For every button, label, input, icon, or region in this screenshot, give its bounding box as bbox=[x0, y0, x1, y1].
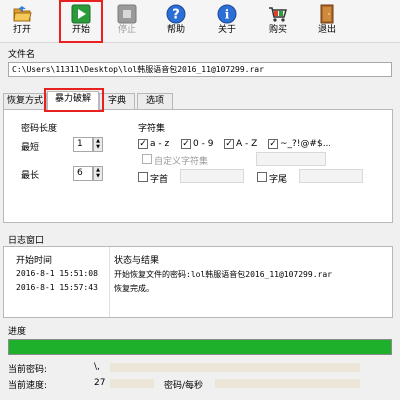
current-speed-value: 27 bbox=[94, 378, 106, 388]
help-icon: ? bbox=[166, 4, 186, 24]
current-speed-mask bbox=[110, 379, 154, 388]
current-speed-label: 当前速度: bbox=[8, 381, 48, 391]
charset-digits-label: 0 - 9 bbox=[193, 139, 214, 149]
chevron-down-icon[interactable]: ▼ bbox=[94, 144, 102, 150]
suffix-input[interactable] bbox=[299, 169, 363, 183]
custom-charset-label: 自定义字符集 bbox=[154, 157, 209, 167]
max-length-label: 最长 bbox=[21, 171, 40, 181]
custom-charset-input[interactable] bbox=[256, 152, 326, 166]
svg-text:?: ? bbox=[172, 8, 180, 23]
tab-options[interactable]: 选项 bbox=[137, 93, 173, 109]
tab-dictionary[interactable]: 字典 bbox=[99, 93, 135, 109]
buy-button[interactable]: 购买 bbox=[259, 2, 297, 41]
cart-icon bbox=[269, 7, 287, 22]
speed-unit-mask bbox=[215, 379, 360, 388]
brute-force-panel: 密码长度 最短 1 ▲ ▼ 最长 6 ▲ ▼ 字符集 ✓ a - z ✓ 0 - 9… bbox=[3, 109, 393, 223]
stop-button[interactable]: 停止 bbox=[108, 2, 146, 41]
log-window-title: 日志窗口 bbox=[8, 236, 45, 246]
stop-icon bbox=[117, 4, 137, 24]
svg-text:i: i bbox=[225, 8, 230, 22]
start-button[interactable]: 开始 bbox=[59, 0, 103, 43]
min-length-stepper[interactable]: ▲ ▼ bbox=[93, 137, 103, 152]
current-password-value: \, bbox=[94, 362, 100, 372]
tab-recovery-method[interactable]: 恢复方式 bbox=[3, 93, 47, 109]
start-label: 开始 bbox=[71, 25, 90, 35]
charset-symbols-label: ~_?!@#$... bbox=[280, 139, 330, 149]
help-button[interactable]: ? 帮助 bbox=[157, 2, 195, 41]
log-row-message: 恢复完成。 bbox=[114, 284, 154, 293]
charset-digits-checkbox[interactable]: ✓ bbox=[181, 139, 191, 149]
charset-uppercase-checkbox[interactable]: ✓ bbox=[224, 139, 234, 149]
current-password-mask bbox=[110, 363, 360, 372]
open-button[interactable]: 打开 bbox=[3, 2, 41, 41]
toolbar: 打开 开始 停止 ? 帮助 i 关于 购买 退出 bbox=[0, 0, 400, 43]
open-folder-icon bbox=[13, 6, 32, 22]
exit-door-icon bbox=[320, 4, 334, 24]
charset-symbols-checkbox[interactable]: ✓ bbox=[268, 139, 278, 149]
play-icon bbox=[71, 4, 91, 24]
tab-highlight-box bbox=[44, 88, 104, 112]
max-length-input[interactable]: 6 bbox=[73, 166, 93, 181]
log-row-time: 2016-8-1 15:57:43 bbox=[16, 283, 98, 292]
prefix-label: 字首 bbox=[150, 175, 169, 185]
file-label: 文件名 bbox=[8, 50, 36, 60]
min-length-input[interactable]: 1 bbox=[73, 137, 93, 152]
charset-lowercase-checkbox[interactable]: ✓ bbox=[138, 139, 148, 149]
info-icon: i bbox=[217, 4, 237, 24]
exit-button[interactable]: 退出 bbox=[308, 2, 346, 41]
file-path-field[interactable]: C:\Users\11311\Desktop\lol韩服语音包2016_11@1… bbox=[8, 62, 392, 77]
prefix-input[interactable] bbox=[180, 169, 244, 183]
about-label: 关于 bbox=[217, 25, 236, 35]
speed-unit-label: 密码/每秒 bbox=[164, 381, 204, 391]
max-length-stepper[interactable]: ▲ ▼ bbox=[93, 166, 103, 181]
help-label: 帮助 bbox=[166, 25, 185, 35]
charset-lowercase-label: a - z bbox=[150, 139, 170, 149]
charset-label: 字符集 bbox=[138, 124, 166, 134]
open-label: 打开 bbox=[12, 25, 31, 35]
password-length-label: 密码长度 bbox=[21, 124, 58, 134]
suffix-label: 字尾 bbox=[269, 175, 288, 185]
current-password-label: 当前密码: bbox=[8, 365, 48, 375]
exit-label: 退出 bbox=[317, 25, 336, 35]
progress-bar bbox=[8, 339, 392, 355]
progress-label: 进度 bbox=[8, 327, 27, 337]
about-button[interactable]: i 关于 bbox=[208, 2, 246, 41]
log-list[interactable]: 开始时间 状态与结果 2016-8-1 15:51:08 开始恢复文件的密码:l… bbox=[3, 246, 393, 318]
buy-label: 购买 bbox=[268, 25, 287, 35]
log-row-time: 2016-8-1 15:51:08 bbox=[16, 269, 98, 278]
suffix-checkbox[interactable] bbox=[257, 172, 267, 182]
chevron-down-icon[interactable]: ▼ bbox=[94, 173, 102, 179]
log-column-status: 状态与结果 bbox=[114, 256, 160, 266]
log-column-divider bbox=[109, 247, 110, 317]
prefix-checkbox[interactable] bbox=[138, 172, 148, 182]
stop-label: 停止 bbox=[117, 25, 136, 35]
charset-uppercase-label: A - Z bbox=[236, 139, 258, 149]
min-length-label: 最短 bbox=[21, 143, 40, 153]
log-column-time: 开始时间 bbox=[16, 256, 53, 266]
log-row-message: 开始恢复文件的密码:lol韩服语音包2016_11@107299.rar bbox=[114, 270, 332, 279]
custom-charset-checkbox[interactable] bbox=[142, 154, 152, 164]
